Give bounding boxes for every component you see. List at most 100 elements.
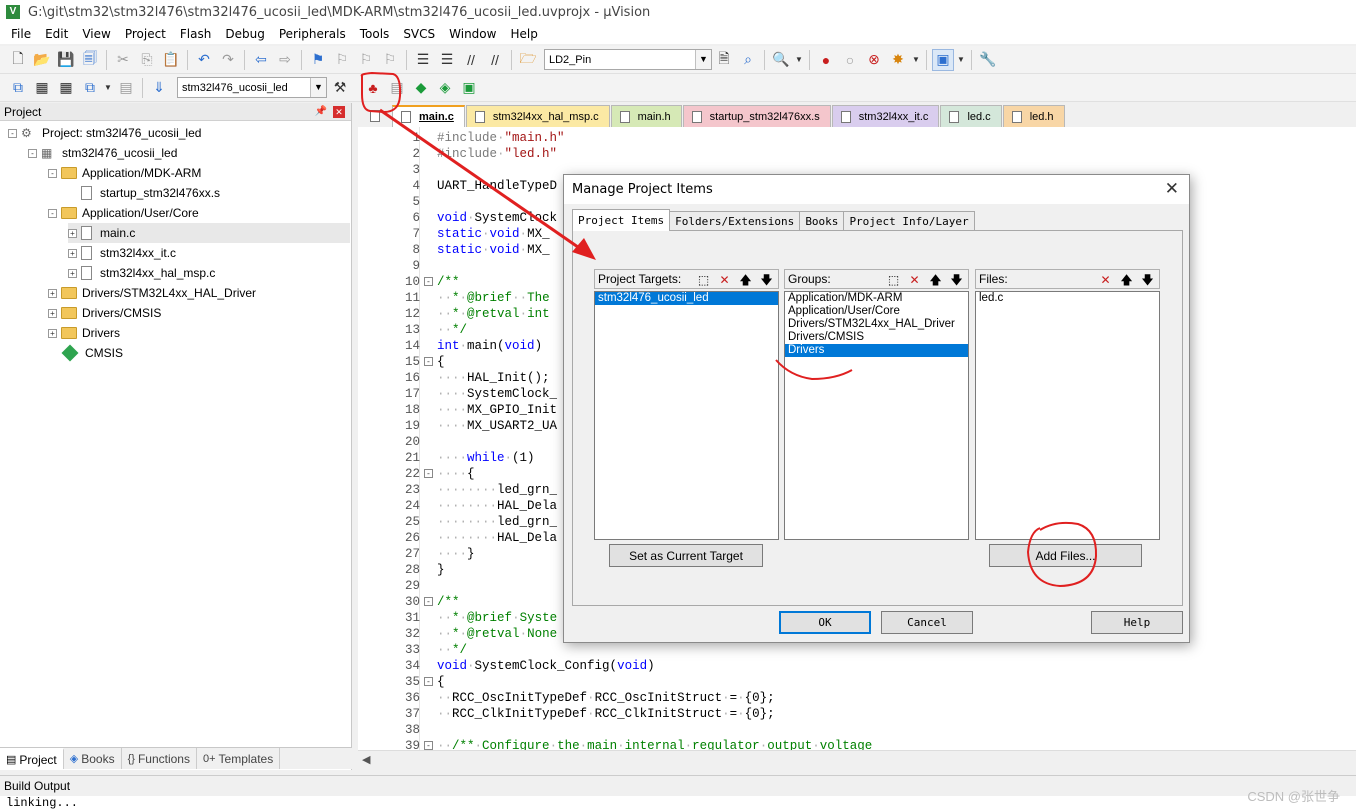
close-icon[interactable]: ✕ (1165, 179, 1179, 199)
redo-icon[interactable]: ↷ (217, 49, 239, 71)
fold-toggle-icon[interactable]: - (424, 277, 433, 286)
menu-window[interactable]: Window (442, 27, 503, 41)
tree-item[interactable]: - ⚙ Project: stm32l476_ucosii_led (8, 123, 201, 143)
pin-icon[interactable]: 📌 (315, 106, 327, 118)
set-as-current-target-button[interactable]: Set as Current Target (609, 544, 763, 567)
tree-item[interactable]: + Drivers (48, 323, 120, 343)
menu-file[interactable]: File (4, 27, 38, 41)
manage-run-time-environment-icon[interactable]: ◆ (410, 77, 432, 99)
editor-tab[interactable]: led.h (1002, 105, 1065, 127)
editor-tab[interactable]: startup_stm32l476xx.s (682, 105, 831, 127)
tree-item[interactable]: + Drivers/CMSIS (48, 303, 161, 323)
files-list[interactable]: led.c (975, 291, 1160, 540)
tab-project-info-layer[interactable]: Project Info/Layer (843, 211, 975, 231)
editor-tab[interactable]: stm32l4xx_it.c (831, 105, 940, 127)
next-bookmark-icon[interactable]: ⚐ (355, 49, 377, 71)
menu-debug[interactable]: Debug (218, 27, 271, 41)
tab-folders-extensions[interactable]: Folders/Extensions (669, 211, 801, 231)
undo-icon[interactable]: ↶ (193, 49, 215, 71)
menu-peripherals[interactable]: Peripherals (272, 27, 353, 41)
help-button[interactable]: Help (1091, 611, 1183, 634)
move-up-icon[interactable]: 🡅 (926, 271, 945, 288)
paste-icon[interactable]: 📋 (160, 49, 182, 71)
menu-flash[interactable]: Flash (173, 27, 218, 41)
select-packs-icon[interactable]: ▤ (386, 77, 408, 99)
horizontal-scrollbar[interactable]: ◀ (358, 750, 1356, 768)
batch-build-icon[interactable]: ⧉ (79, 77, 101, 99)
fold-toggle-icon[interactable]: - (424, 677, 433, 686)
collapse-icon[interactable]: - (8, 128, 17, 138)
build-icon[interactable]: ▦ (31, 77, 53, 99)
scroll-left-icon[interactable]: ◀ (362, 753, 370, 766)
configure-icon[interactable]: ✸ (887, 49, 909, 71)
incremental-find-icon[interactable]: ⌕ (737, 49, 759, 71)
translate-icon[interactable]: ⧉ (7, 77, 29, 99)
delete-group-icon[interactable]: ✕ (905, 271, 924, 288)
find-icon[interactable]: 🗎 (713, 49, 735, 71)
expand-icon[interactable]: + (68, 248, 77, 258)
collapse-icon[interactable]: - (28, 148, 37, 158)
groups-list[interactable]: Application/MDK-ARM Application/User/Core… (784, 291, 969, 540)
tab-books[interactable]: ◈ Books (64, 748, 122, 769)
tree-item[interactable]: - Application/MDK-ARM (48, 163, 201, 183)
editor-tab[interactable]: led.c (940, 105, 1002, 127)
move-down-icon[interactable]: 🡇 (757, 271, 776, 288)
disable-breakpoint-icon[interactable]: ○ (839, 49, 861, 71)
clear-bookmarks-icon[interactable]: ⚐ (379, 49, 401, 71)
wrench-icon[interactable]: 🔧 (977, 49, 999, 71)
close-icon[interactable]: ✕ (333, 105, 345, 118)
chevron-down-icon[interactable]: ▼ (911, 49, 921, 71)
bookmark-icon[interactable]: ⚑ (307, 49, 329, 71)
cut-icon[interactable]: ✂ (112, 49, 134, 71)
editor-tab[interactable]: main.c (392, 105, 465, 127)
list-item[interactable]: led.c (976, 292, 1159, 305)
menu-help[interactable]: Help (503, 27, 544, 41)
indent-icon[interactable]: ☰ (412, 49, 434, 71)
chevron-down-icon[interactable]: ▼ (794, 49, 804, 71)
delete-target-icon[interactable]: ✕ (715, 271, 734, 288)
tab-functions[interactable]: {} Functions (122, 748, 197, 769)
new-target-icon[interactable]: ⬚ (694, 271, 713, 288)
tree-item[interactable]: - Application/User/Core (48, 203, 199, 223)
tree-item[interactable]: + stm32l4xx_it.c (68, 243, 176, 263)
list-item[interactable]: stm32l476_ucosii_led (595, 292, 778, 305)
list-item[interactable]: Application/MDK-ARM (785, 292, 968, 305)
expand-icon[interactable]: + (68, 228, 77, 238)
prev-bookmark-icon[interactable]: ⚐ (331, 49, 353, 71)
navigate-back-icon[interactable]: ⇦ (250, 49, 272, 71)
cancel-button[interactable]: Cancel (881, 611, 973, 634)
move-down-icon[interactable]: 🡇 (947, 271, 966, 288)
fold-toggle-icon[interactable]: - (424, 469, 433, 478)
kill-breakpoints-icon[interactable]: ⊗ (863, 49, 885, 71)
menu-project[interactable]: Project (118, 27, 173, 41)
doc-list-icon[interactable] (358, 105, 392, 127)
expand-icon[interactable]: + (68, 268, 77, 278)
debug-session-icon[interactable]: 🔍 (770, 49, 792, 71)
delete-file-icon[interactable]: ✕ (1096, 271, 1115, 288)
stop-build-icon[interactable]: ▤ (115, 77, 137, 99)
editor-tab[interactable]: stm32l4xx_hal_msp.c (465, 105, 610, 127)
tree-item[interactable]: startup_stm32l476xx.s (68, 183, 220, 203)
open-folder-icon[interactable]: 📂 (31, 49, 53, 71)
menu-edit[interactable]: Edit (38, 27, 75, 41)
new-group-icon[interactable]: ⬚ (884, 271, 903, 288)
pack-installer-icon[interactable]: ▣ (458, 77, 480, 99)
tab-templates[interactable]: 0+ Templates (197, 748, 281, 769)
fold-toggle-icon[interactable]: - (424, 741, 433, 750)
tree-item[interactable]: + stm32l4xx_hal_msp.c (68, 263, 215, 283)
uncomment-icon[interactable]: // (484, 49, 506, 71)
menu-tools[interactable]: Tools (353, 27, 397, 41)
fold-toggle-icon[interactable]: - (424, 357, 433, 366)
collapse-icon[interactable]: - (48, 208, 57, 218)
tab-project-items[interactable]: Project Items (572, 209, 671, 231)
list-item[interactable]: Drivers (785, 344, 968, 357)
chevron-down-icon[interactable]: ▼ (956, 49, 966, 71)
add-files-button[interactable]: Add Files... (989, 544, 1142, 567)
comment-icon[interactable]: // (460, 49, 482, 71)
list-item[interactable]: Application/User/Core (785, 305, 968, 318)
expand-icon[interactable]: + (48, 328, 57, 338)
chevron-down-icon[interactable]: ▼ (695, 50, 711, 69)
move-up-icon[interactable]: 🡅 (1117, 271, 1136, 288)
unindent-icon[interactable]: ☰ (436, 49, 458, 71)
tree-item[interactable]: CMSIS (48, 343, 123, 363)
